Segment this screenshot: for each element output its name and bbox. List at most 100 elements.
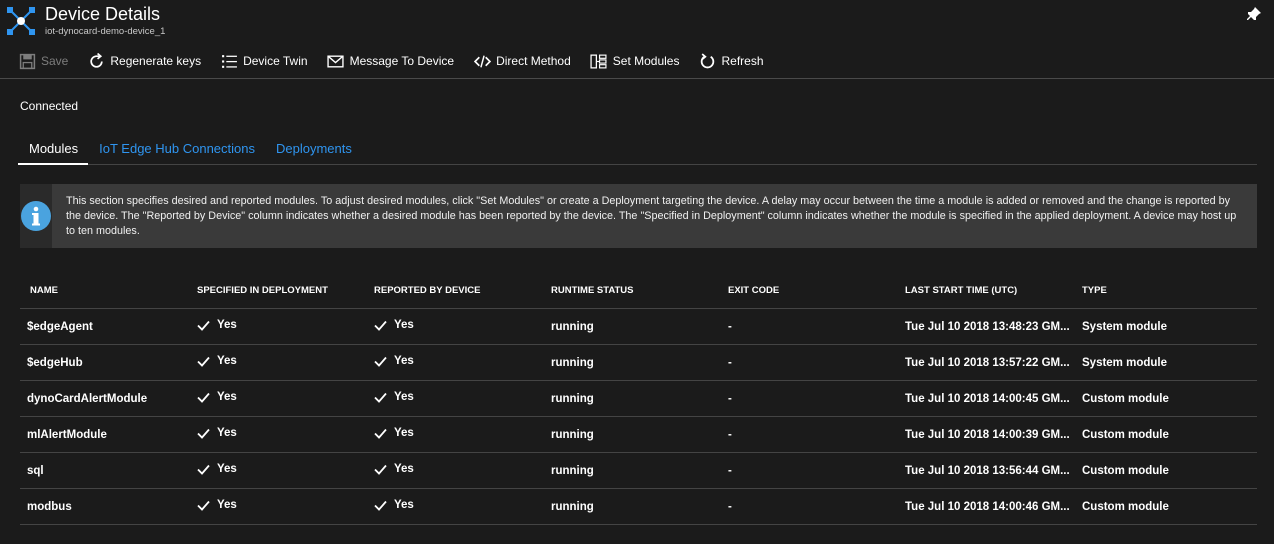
type-cell: Custom module: [1082, 500, 1169, 513]
column-header-runtime: RUNTIME STATUS: [551, 284, 634, 296]
direct-method-button[interactable]: Direct Method: [473, 46, 571, 76]
reported-value: Yes: [394, 319, 414, 331]
checkmark-icon: [197, 392, 210, 403]
refresh-label: Refresh: [721, 54, 764, 68]
runtime-status-cell: running: [551, 392, 594, 405]
save-label: Save: [41, 54, 69, 68]
reported-value: Yes: [394, 499, 414, 511]
device-id-subtitle: iot-dynocard-demo-device_1: [45, 26, 166, 37]
connection-status: Connected: [20, 99, 79, 113]
exit-code-cell: -: [728, 320, 732, 333]
type-cell: Custom module: [1082, 464, 1169, 477]
set-modules-button[interactable]: Set Modules: [590, 46, 680, 76]
checkmark-icon: [197, 500, 210, 511]
checkmark-icon: [197, 428, 210, 439]
tab-iot-edge-hub-connections[interactable]: IoT Edge Hub Connections: [88, 137, 265, 164]
direct-method-label: Direct Method: [496, 54, 571, 68]
table-row[interactable]: sql Yes Yes running - Tue Jul 10 2018 13:56:4…: [20, 453, 1257, 489]
reported-check: Yes: [374, 499, 414, 512]
set-modules-label: Set Modules: [612, 54, 680, 68]
list-icon: [220, 52, 238, 70]
exit-code-cell: -: [728, 356, 732, 369]
module-name-cell: $edgeHub: [27, 356, 83, 369]
blade-header: Device Details iot-dynocard-demo-device_…: [0, 0, 1274, 44]
reported-check: Yes: [374, 427, 414, 440]
last-start-time-cell: Tue Jul 10 2018 13:56:44 GM...: [905, 464, 1070, 477]
modules-icon: [590, 52, 608, 70]
message-to-device-button[interactable]: Message To Device: [327, 46, 455, 76]
page-title: Device Details: [45, 4, 161, 24]
type-cell: System module: [1082, 320, 1167, 333]
info-icon-container: [20, 184, 52, 248]
info-banner: This section specifies desired and repor…: [20, 184, 1257, 248]
last-start-time-cell: Tue Jul 10 2018 14:00:46 GM...: [905, 500, 1070, 513]
tab-modules[interactable]: Modules: [18, 137, 89, 165]
refresh-button[interactable]: Refresh: [698, 46, 764, 76]
specified-value: Yes: [217, 355, 237, 367]
module-name-cell: $edgeAgent: [27, 320, 93, 333]
info-text: This section specifies desired and repor…: [66, 195, 1237, 237]
info-icon: [21, 201, 51, 231]
type-cell: Custom module: [1082, 392, 1169, 405]
runtime-status-cell: running: [551, 464, 594, 477]
reported-check: Yes: [374, 355, 414, 368]
runtime-status-cell: running: [551, 500, 594, 513]
checkmark-icon: [374, 392, 387, 403]
checkmark-icon: [374, 356, 387, 367]
tab-deployments[interactable]: Deployments: [265, 137, 362, 164]
module-name-cell: modbus: [27, 500, 72, 513]
specified-cell: Yes: [197, 463, 374, 479]
device-twin-label: Device Twin: [243, 54, 308, 68]
specified-cell: Yes: [197, 355, 374, 371]
table-row[interactable]: mlAlertModule Yes Yes running - Tue Jul 10 20…: [20, 417, 1257, 453]
last-start-time-cell: Tue Jul 10 2018 14:00:39 GM...: [905, 428, 1070, 441]
checkmark-icon: [374, 320, 387, 331]
regenerate-keys-button[interactable]: Regenerate keys: [87, 46, 201, 76]
specified-value: Yes: [217, 427, 237, 439]
specified-check: Yes: [197, 355, 237, 368]
reported-cell: Yes: [374, 463, 551, 479]
iot-edge-icon: [7, 7, 35, 35]
runtime-status-cell: running: [551, 320, 594, 333]
runtime-status-cell: running: [551, 356, 594, 369]
pin-icon[interactable]: [1246, 6, 1262, 22]
module-name-cell: sql: [27, 464, 44, 477]
reported-value: Yes: [394, 463, 414, 475]
device-details-blade: Device Details iot-dynocard-demo-device_…: [0, 0, 1274, 544]
regenerate-icon: [87, 52, 105, 70]
reported-cell: Yes: [374, 499, 551, 515]
table-row[interactable]: dynoCardAlertModule Yes Yes running - Tue Jul…: [20, 381, 1257, 417]
device-twin-button[interactable]: Device Twin: [220, 46, 308, 76]
modules-table: NAME SPECIFIED IN DEPLOYMENT REPORTED BY…: [20, 272, 1257, 525]
tab-bar: Modules IoT Edge Hub Connections Deploym…: [18, 137, 1257, 165]
specified-value: Yes: [217, 463, 237, 475]
message-to-device-label: Message To Device: [349, 54, 455, 68]
last-start-time-cell: Tue Jul 10 2018 14:00:45 GM...: [905, 392, 1070, 405]
code-icon: [473, 52, 491, 70]
column-header-specified: SPECIFIED IN DEPLOYMENT: [197, 284, 328, 296]
exit-code-cell: -: [728, 428, 732, 441]
specified-check: Yes: [197, 319, 237, 332]
table-row[interactable]: $edgeAgent Yes Yes running - Tue Jul 10 2018 …: [20, 309, 1257, 345]
command-bar: Save Regenerate keys Device Twin Message…: [0, 44, 1274, 79]
exit-code-cell: -: [728, 464, 732, 477]
save-button[interactable]: Save: [18, 46, 68, 76]
reported-cell: Yes: [374, 427, 551, 443]
refresh-icon: [698, 52, 716, 70]
reported-check: Yes: [374, 391, 414, 404]
table-row[interactable]: $edgeHub Yes Yes running - Tue Jul 10 2018 13…: [20, 345, 1257, 381]
reported-value: Yes: [394, 355, 414, 367]
type-cell: Custom module: [1082, 428, 1169, 441]
type-cell: System module: [1082, 356, 1167, 369]
reported-check: Yes: [374, 463, 414, 476]
checkmark-icon: [374, 428, 387, 439]
column-header-reported: REPORTED BY DEVICE: [374, 284, 481, 296]
checkmark-icon: [374, 500, 387, 511]
specified-cell: Yes: [197, 319, 374, 335]
table-body: $edgeAgent Yes Yes running - Tue Jul 10 2018 …: [20, 309, 1257, 525]
specified-cell: Yes: [197, 391, 374, 407]
checkmark-icon: [197, 356, 210, 367]
specified-value: Yes: [217, 499, 237, 511]
specified-check: Yes: [197, 427, 237, 440]
table-row[interactable]: modbus Yes Yes running - Tue Jul 10 2018 14:0…: [20, 489, 1257, 525]
